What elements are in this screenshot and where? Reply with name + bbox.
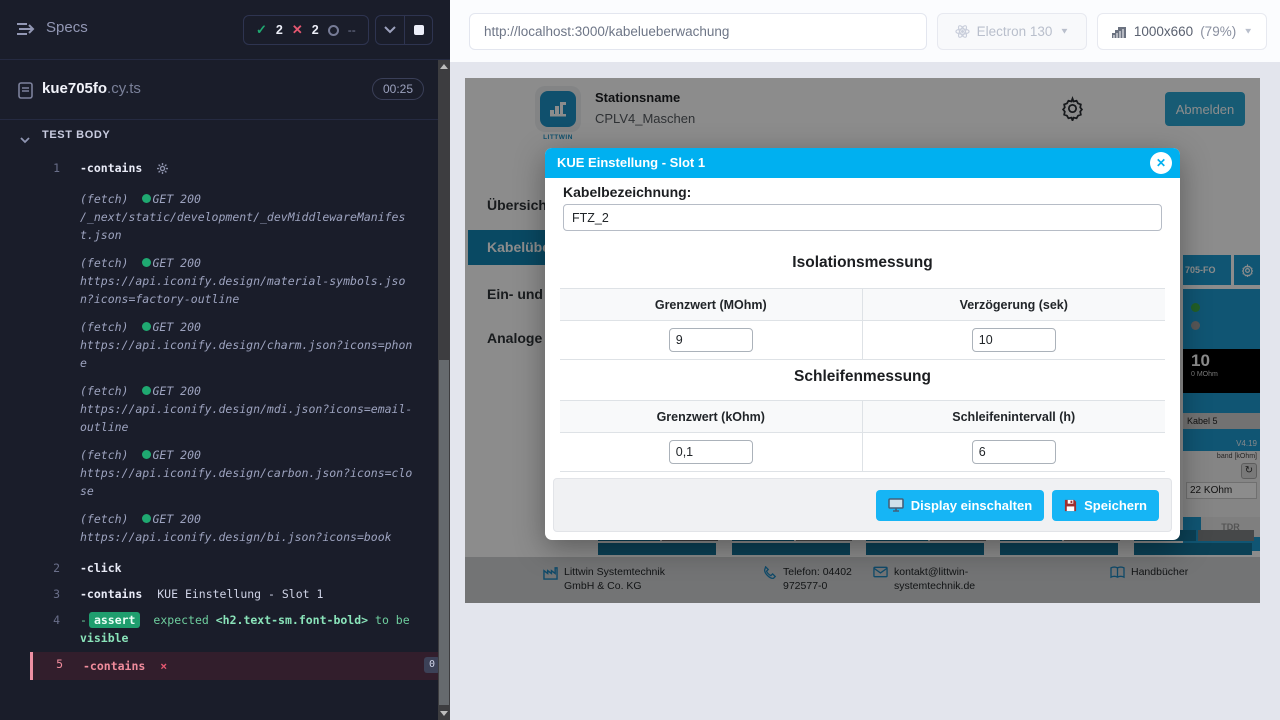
iso-col-verzoegerung: Verzögerung (sek): [863, 289, 1166, 320]
iso-verzoegerung-input[interactable]: [972, 328, 1056, 352]
fetch-log: (fetch)GET 200 https://api.iconify.desig…: [80, 254, 414, 308]
loop-table: Grenzwert (kOhm) Schleifenintervall (h): [560, 400, 1165, 472]
save-button[interactable]: Speichern: [1052, 490, 1159, 521]
url-input[interactable]: [469, 13, 927, 50]
command-row[interactable]: 3 -contains KUE Einstellung - Slot 1: [30, 582, 450, 606]
cable-designation-input[interactable]: [563, 204, 1162, 231]
fetch-log: (fetch)GET 200 https://api.iconify.desig…: [80, 510, 414, 546]
status-ok-dot: [142, 386, 151, 395]
scrollbar-up-arrow[interactable]: [438, 60, 450, 73]
loop-grenzwert-input[interactable]: [669, 440, 753, 464]
kue-settings-modal: KUE Einstellung - Slot 1 ✕ Kabelbezeichn…: [545, 148, 1180, 540]
iso-grenzwert-input[interactable]: [669, 328, 753, 352]
reporter-controls: [375, 15, 433, 45]
spec-timer: 00:25: [372, 78, 424, 100]
test-body-section[interactable]: TEST BODY: [0, 124, 450, 150]
pending-count: --: [348, 23, 356, 37]
spec-name: kue705fo.cy.ts: [42, 80, 141, 97]
spec-row[interactable]: kue705fo.cy.ts 00:25: [0, 60, 450, 120]
monitor-icon: [888, 498, 904, 512]
iso-col-grenzwert: Grenzwert (MOhm): [560, 289, 863, 320]
loop-section-title: Schleifenmessung: [545, 368, 1180, 386]
close-icon[interactable]: ✕: [1150, 152, 1172, 174]
test-stats: ✓ 2 ✕ 2 --: [243, 15, 369, 45]
command-options-icon: [157, 161, 168, 179]
runner-topbar: Electron 130 ▼ 1000x660 (79%) ▼: [450, 0, 1280, 62]
display-on-button[interactable]: Display einschalten: [876, 490, 1044, 521]
loop-col-intervall: Schleifenintervall (h): [863, 401, 1166, 432]
failed-count: 2: [312, 23, 319, 37]
passed-icon: ✓: [256, 22, 267, 38]
scrollbar-down-arrow[interactable]: [438, 707, 450, 720]
scrollbar-thumb[interactable]: [439, 360, 449, 705]
fetch-log: (fetch)GET 200 /_next/static/development…: [80, 190, 414, 244]
fetch-log: (fetch)GET 200 https://api.iconify.desig…: [80, 382, 414, 436]
pending-icon: [328, 25, 339, 36]
status-ok-dot: [142, 450, 151, 459]
floppy-disk-icon: [1064, 499, 1077, 512]
electron-icon: [955, 24, 970, 39]
spec-file-icon: [18, 82, 33, 104]
status-ok-dot: [142, 258, 151, 267]
stop-icon: [414, 25, 424, 35]
cable-designation-label: Kabelbezeichnung:: [563, 184, 691, 200]
failing-command-row[interactable]: 5 -contains × 0: [30, 652, 450, 680]
passed-count: 2: [276, 23, 283, 37]
test-body-label: TEST BODY: [42, 129, 110, 141]
chevron-down-icon: ▼: [1059, 27, 1069, 36]
stop-tests-button[interactable]: [404, 16, 432, 44]
collapse-all-button[interactable]: [376, 16, 404, 44]
reporter-scrollbar[interactable]: [438, 60, 450, 720]
assert-badge: assert: [89, 612, 141, 628]
fail-x-icon: ×: [160, 659, 167, 673]
ruler-icon: [1111, 25, 1127, 39]
isolation-table: Grenzwert (MOhm) Verzögerung (sek): [560, 288, 1165, 360]
failed-icon: ✕: [292, 22, 303, 38]
cypress-reporter: Specs ✓ 2 ✕ 2 -- kue705fo.cy.ts 00:25 TE…: [0, 0, 450, 720]
viewport-select[interactable]: 1000x660 (79%) ▼: [1097, 13, 1267, 50]
app-under-test: LITTWIN Stationsname CPLV4_Maschen Abmel…: [465, 78, 1260, 603]
fetch-log: (fetch)GET 200 https://api.iconify.desig…: [80, 446, 414, 500]
assert-row[interactable]: 4 -assert expected <h2.text-sm.font-bold…: [30, 608, 450, 650]
specs-list-icon[interactable]: [16, 21, 36, 42]
command-log: 1 -contains (fetch)GET 200 /_next/static…: [0, 156, 450, 680]
chevron-down-icon: ▼: [1243, 27, 1253, 36]
status-ok-dot: [142, 322, 151, 331]
modal-footer: Display einschalten Speichern: [553, 478, 1172, 532]
chevron-down-icon: [20, 131, 30, 149]
reporter-header: Specs ✓ 2 ✕ 2 --: [0, 0, 450, 60]
runner-area: Electron 130 ▼ 1000x660 (79%) ▼ LITTWIN …: [450, 0, 1280, 720]
fetch-log: (fetch)GET 200 https://api.iconify.desig…: [80, 318, 414, 372]
isolation-section-title: Isolationsmessung: [545, 254, 1180, 272]
browser-select[interactable]: Electron 130 ▼: [937, 13, 1087, 50]
specs-title: Specs: [46, 19, 88, 36]
modal-title: KUE Einstellung - Slot 1: [545, 148, 1180, 178]
loop-col-grenzwert: Grenzwert (kOhm): [560, 401, 863, 432]
status-ok-dot: [142, 194, 151, 203]
command-row[interactable]: 1 -contains: [30, 156, 450, 182]
status-ok-dot: [142, 514, 151, 523]
command-row[interactable]: 2 -click: [30, 556, 450, 580]
loop-intervall-input[interactable]: [972, 440, 1056, 464]
